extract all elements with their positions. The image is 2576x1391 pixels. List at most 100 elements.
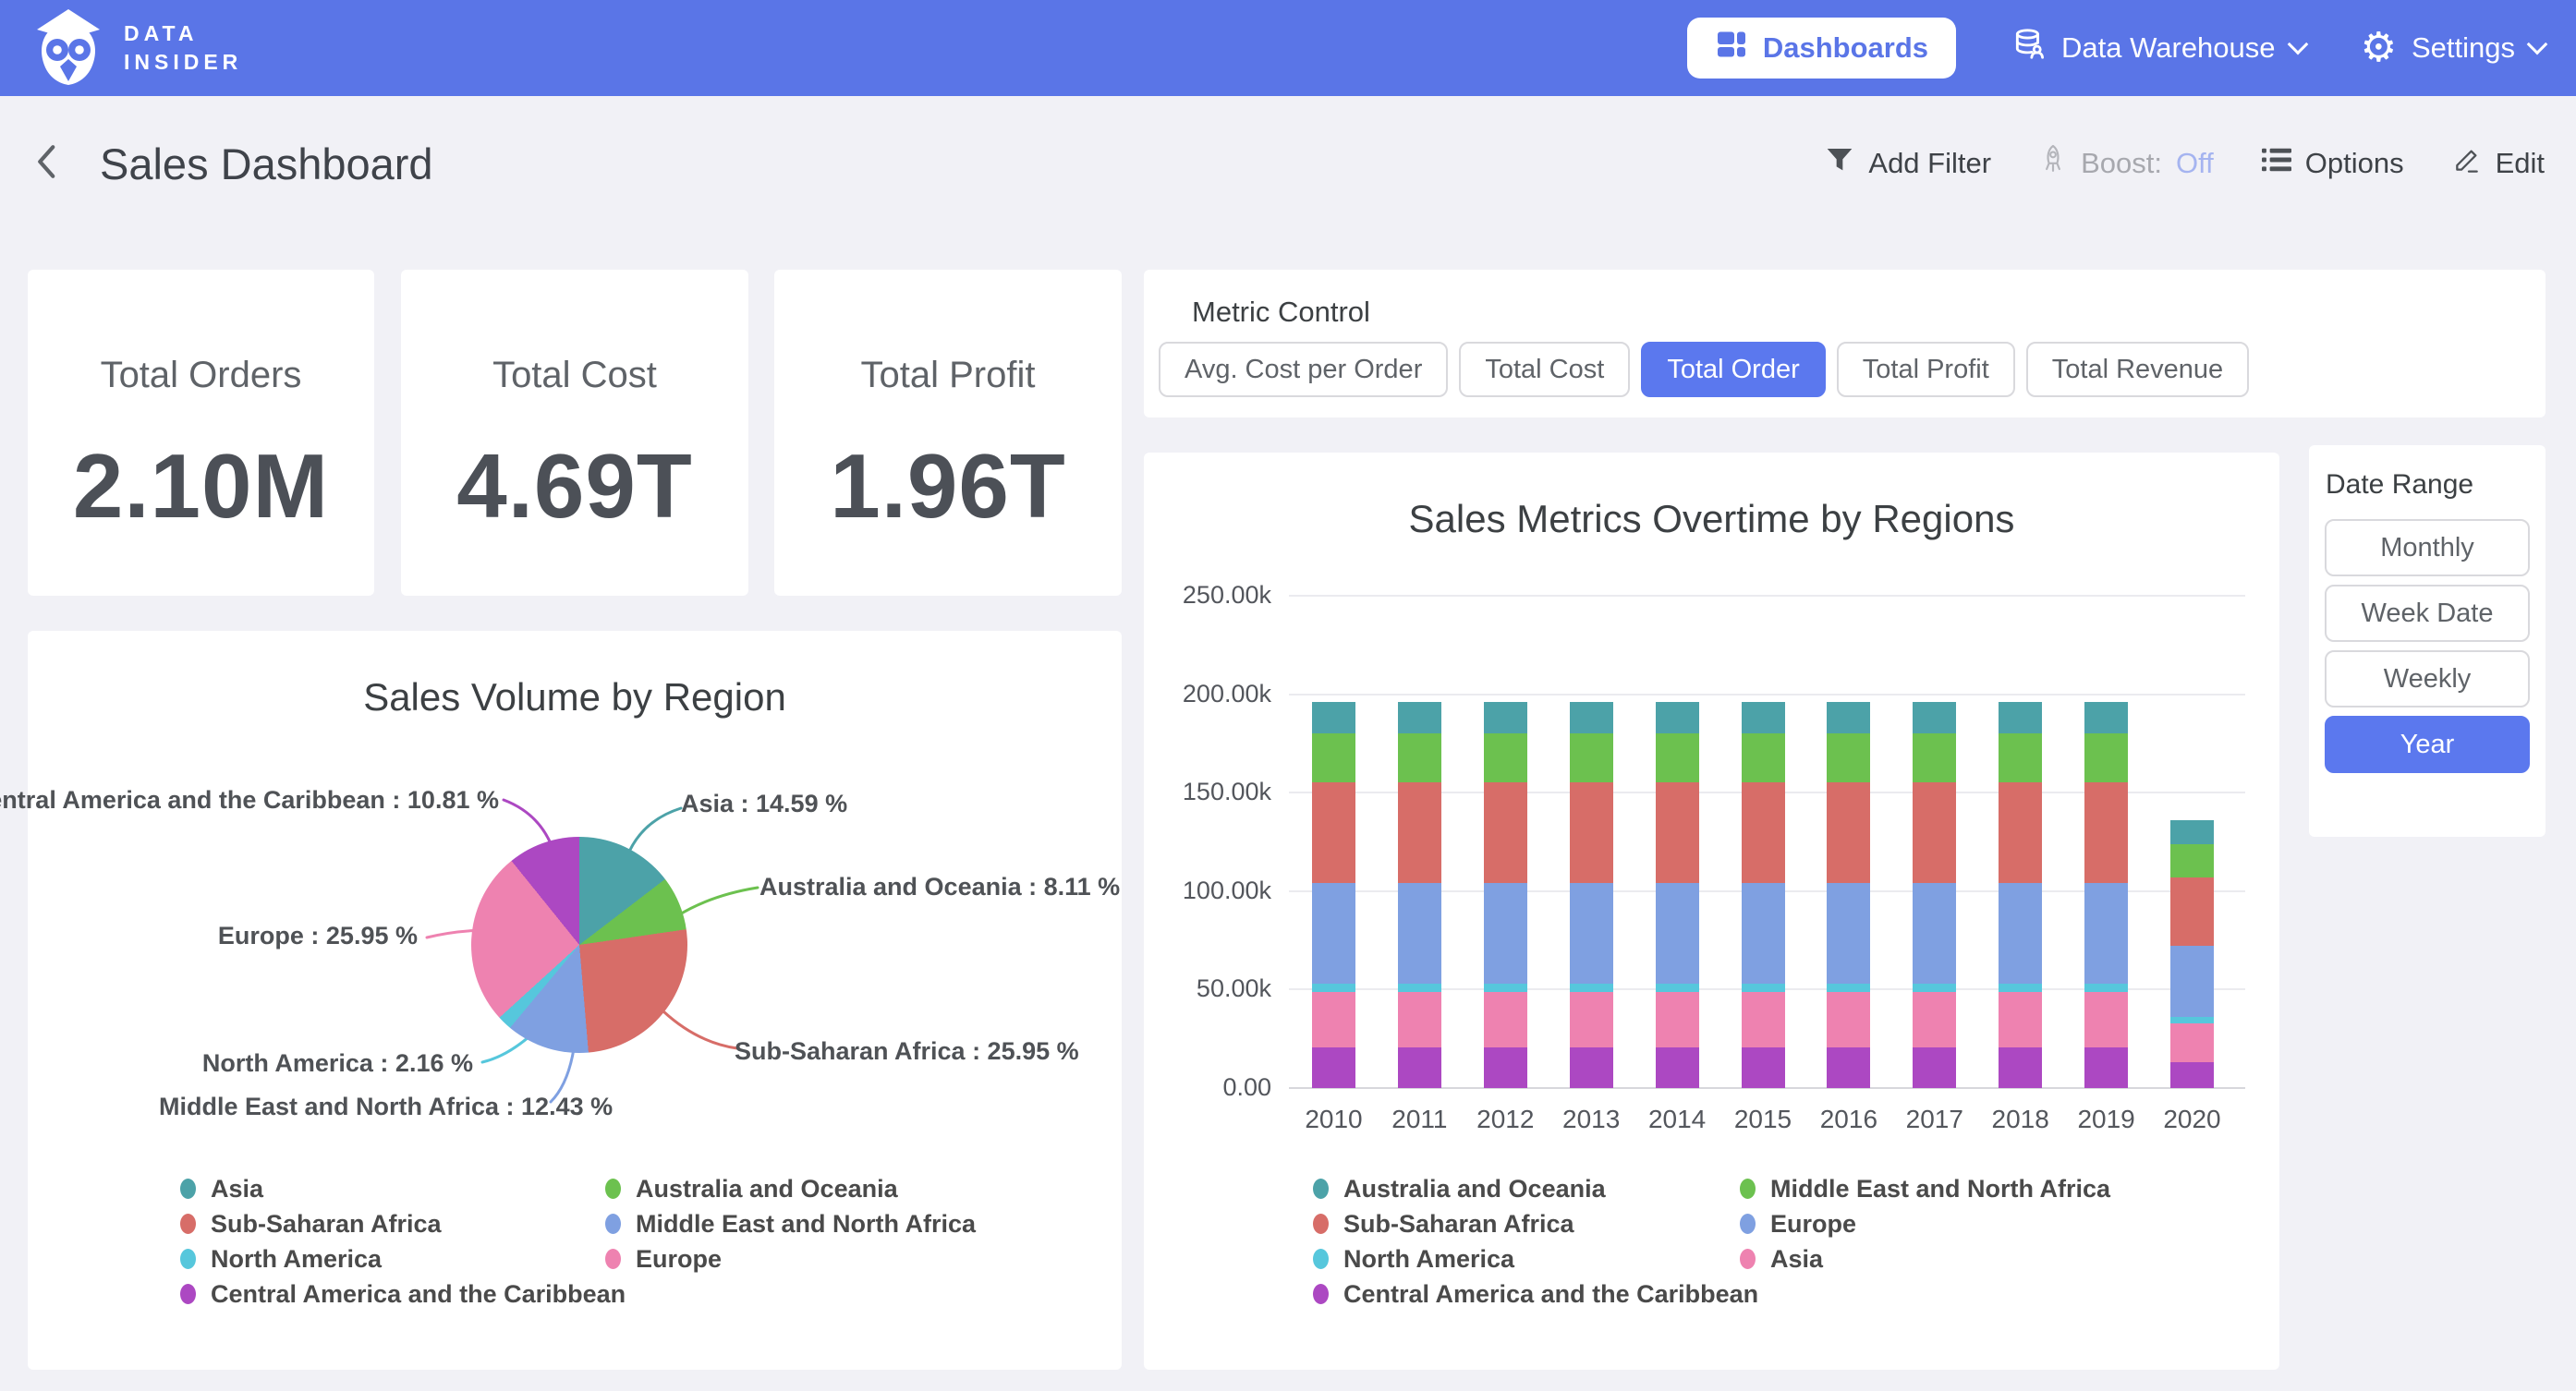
legend-item-sub-saharan-africa[interactable]: Sub-Saharan Africa xyxy=(180,1206,605,1241)
metric-option-total-cost[interactable]: Total Cost xyxy=(1459,342,1630,397)
bar-2015-central-america-and-the-caribbean[interactable] xyxy=(1742,1047,1785,1088)
bar-2010-sub-saharan-africa[interactable] xyxy=(1312,782,1355,883)
bar-2011-north-america[interactable] xyxy=(1398,984,1441,992)
bar-2012-north-america[interactable] xyxy=(1484,984,1527,992)
bar-2013-australia-and-oceania[interactable] xyxy=(1570,702,1613,733)
bar-2018-europe[interactable] xyxy=(1999,883,2042,984)
nav-item-data-warehouse[interactable]: Data Warehouse xyxy=(2011,27,2304,69)
legend-item-europe[interactable]: Europe xyxy=(1740,1206,2167,1241)
bar-2020-north-america[interactable] xyxy=(2170,1017,2214,1022)
bar-2016-central-america-and-the-caribbean[interactable] xyxy=(1827,1047,1870,1088)
legend-item-australia-and-oceania[interactable]: Australia and Oceania xyxy=(1313,1171,1740,1206)
bar-2019-europe[interactable] xyxy=(2084,883,2128,984)
legend-item-asia[interactable]: Asia xyxy=(180,1171,605,1206)
bar-2010-middle-east-and-north-africa[interactable] xyxy=(1312,733,1355,782)
bar-2020-australia-and-oceania[interactable] xyxy=(2170,820,2214,844)
bar-2014-sub-saharan-africa[interactable] xyxy=(1656,782,1699,883)
date-range-option-weekly[interactable]: Weekly xyxy=(2325,650,2530,708)
bar-2010-asia[interactable] xyxy=(1312,992,1355,1048)
date-range-option-monthly[interactable]: Monthly xyxy=(2325,519,2530,576)
bar-2020-middle-east-and-north-africa[interactable] xyxy=(2170,844,2214,877)
bar-2013-asia[interactable] xyxy=(1570,992,1613,1048)
legend-item-middle-east-and-north-africa[interactable]: Middle East and North Africa xyxy=(605,1206,1030,1241)
bar-2018-north-america[interactable] xyxy=(1999,984,2042,992)
pie-chart[interactable] xyxy=(471,837,687,1053)
bar-2018-australia-and-oceania[interactable] xyxy=(1999,702,2042,733)
bar-2011-central-america-and-the-caribbean[interactable] xyxy=(1398,1047,1441,1088)
bar-2011-australia-and-oceania[interactable] xyxy=(1398,702,1441,733)
bar-2015-europe[interactable] xyxy=(1742,883,1785,984)
metric-option-total-revenue[interactable]: Total Revenue xyxy=(2026,342,2249,397)
bar-2019-australia-and-oceania[interactable] xyxy=(2084,702,2128,733)
boost-toggle[interactable]: Boost: Off xyxy=(2039,143,2214,184)
bar-2016-europe[interactable] xyxy=(1827,883,1870,984)
metric-option-total-order[interactable]: Total Order xyxy=(1641,342,1825,397)
brand[interactable]: DATA INSIDER xyxy=(31,6,242,91)
metric-option-avg-cost-per-order[interactable]: Avg. Cost per Order xyxy=(1159,342,1448,397)
bar-2020-europe[interactable] xyxy=(2170,946,2214,1017)
bar-2012-central-america-and-the-caribbean[interactable] xyxy=(1484,1047,1527,1088)
bar-2015-north-america[interactable] xyxy=(1742,984,1785,992)
bar-2016-middle-east-and-north-africa[interactable] xyxy=(1827,733,1870,782)
bar-2020-asia[interactable] xyxy=(2170,1023,2214,1063)
bar-2015-australia-and-oceania[interactable] xyxy=(1742,702,1785,733)
bar-2017-asia[interactable] xyxy=(1913,992,1956,1048)
bar-2014-central-america-and-the-caribbean[interactable] xyxy=(1656,1047,1699,1088)
bar-2019-asia[interactable] xyxy=(2084,992,2128,1048)
legend-item-europe[interactable]: Europe xyxy=(605,1241,1030,1276)
bar-2011-sub-saharan-africa[interactable] xyxy=(1398,782,1441,883)
bar-2016-sub-saharan-africa[interactable] xyxy=(1827,782,1870,883)
bar-2017-europe[interactable] xyxy=(1913,883,1956,984)
legend-item-asia[interactable]: Asia xyxy=(1740,1241,2167,1276)
nav-item-settings[interactable]: ⚙ Settings xyxy=(2361,28,2545,68)
bar-2019-central-america-and-the-caribbean[interactable] xyxy=(2084,1047,2128,1088)
bar-2010-europe[interactable] xyxy=(1312,883,1355,984)
bar-2010-north-america[interactable] xyxy=(1312,984,1355,992)
bar-2015-middle-east-and-north-africa[interactable] xyxy=(1742,733,1785,782)
bar-2015-sub-saharan-africa[interactable] xyxy=(1742,782,1785,883)
bar-2018-sub-saharan-africa[interactable] xyxy=(1999,782,2042,883)
legend-item-sub-saharan-africa[interactable]: Sub-Saharan Africa xyxy=(1313,1206,1740,1241)
bar-2012-europe[interactable] xyxy=(1484,883,1527,984)
legend-item-north-america[interactable]: North America xyxy=(180,1241,605,1276)
nav-item-dashboards[interactable]: Dashboards xyxy=(1687,18,1956,79)
bar-2020-sub-saharan-africa[interactable] xyxy=(2170,877,2214,947)
bar-2010-australia-and-oceania[interactable] xyxy=(1312,702,1355,733)
add-filter-button[interactable]: Add Filter xyxy=(1825,145,1991,182)
legend-item-middle-east-and-north-africa[interactable]: Middle East and North Africa xyxy=(1740,1171,2167,1206)
date-range-option-year[interactable]: Year xyxy=(2325,716,2530,773)
bar-2011-middle-east-and-north-africa[interactable] xyxy=(1398,733,1441,782)
bar-2017-middle-east-and-north-africa[interactable] xyxy=(1913,733,1956,782)
legend-item-central-america-and-the-caribbean[interactable]: Central America and the Caribbean xyxy=(180,1276,605,1312)
bar-2017-north-america[interactable] xyxy=(1913,984,1956,992)
bar-2013-europe[interactable] xyxy=(1570,883,1613,984)
bar-2017-central-america-and-the-caribbean[interactable] xyxy=(1913,1047,1956,1088)
bar-2011-europe[interactable] xyxy=(1398,883,1441,984)
bar-2016-australia-and-oceania[interactable] xyxy=(1827,702,1870,733)
bar-2010-central-america-and-the-caribbean[interactable] xyxy=(1312,1047,1355,1088)
bar-2019-sub-saharan-africa[interactable] xyxy=(2084,782,2128,883)
bar-2019-north-america[interactable] xyxy=(2084,984,2128,992)
bar-2017-sub-saharan-africa[interactable] xyxy=(1913,782,1956,883)
options-button[interactable]: Options xyxy=(2262,147,2404,180)
bar-2017-australia-and-oceania[interactable] xyxy=(1913,702,1956,733)
bar-2015-asia[interactable] xyxy=(1742,992,1785,1048)
bar-2012-sub-saharan-africa[interactable] xyxy=(1484,782,1527,883)
metric-option-total-profit[interactable]: Total Profit xyxy=(1837,342,2015,397)
legend-item-north-america[interactable]: North America xyxy=(1313,1241,1740,1276)
bar-2014-europe[interactable] xyxy=(1656,883,1699,984)
bar-2014-australia-and-oceania[interactable] xyxy=(1656,702,1699,733)
bar-2013-middle-east-and-north-africa[interactable] xyxy=(1570,733,1613,782)
edit-button[interactable]: Edit xyxy=(2452,145,2545,182)
bar-2018-middle-east-and-north-africa[interactable] xyxy=(1999,733,2042,782)
bar-2019-middle-east-and-north-africa[interactable] xyxy=(2084,733,2128,782)
legend-item-australia-and-oceania[interactable]: Australia and Oceania xyxy=(605,1171,1030,1206)
bar-2012-asia[interactable] xyxy=(1484,992,1527,1048)
bar-2014-middle-east-and-north-africa[interactable] xyxy=(1656,733,1699,782)
bar-2016-asia[interactable] xyxy=(1827,992,1870,1048)
back-button[interactable] xyxy=(31,142,65,186)
bar-2013-sub-saharan-africa[interactable] xyxy=(1570,782,1613,883)
bar-2016-north-america[interactable] xyxy=(1827,984,1870,992)
bar-2018-asia[interactable] xyxy=(1999,992,2042,1048)
bar-2013-central-america-and-the-caribbean[interactable] xyxy=(1570,1047,1613,1088)
